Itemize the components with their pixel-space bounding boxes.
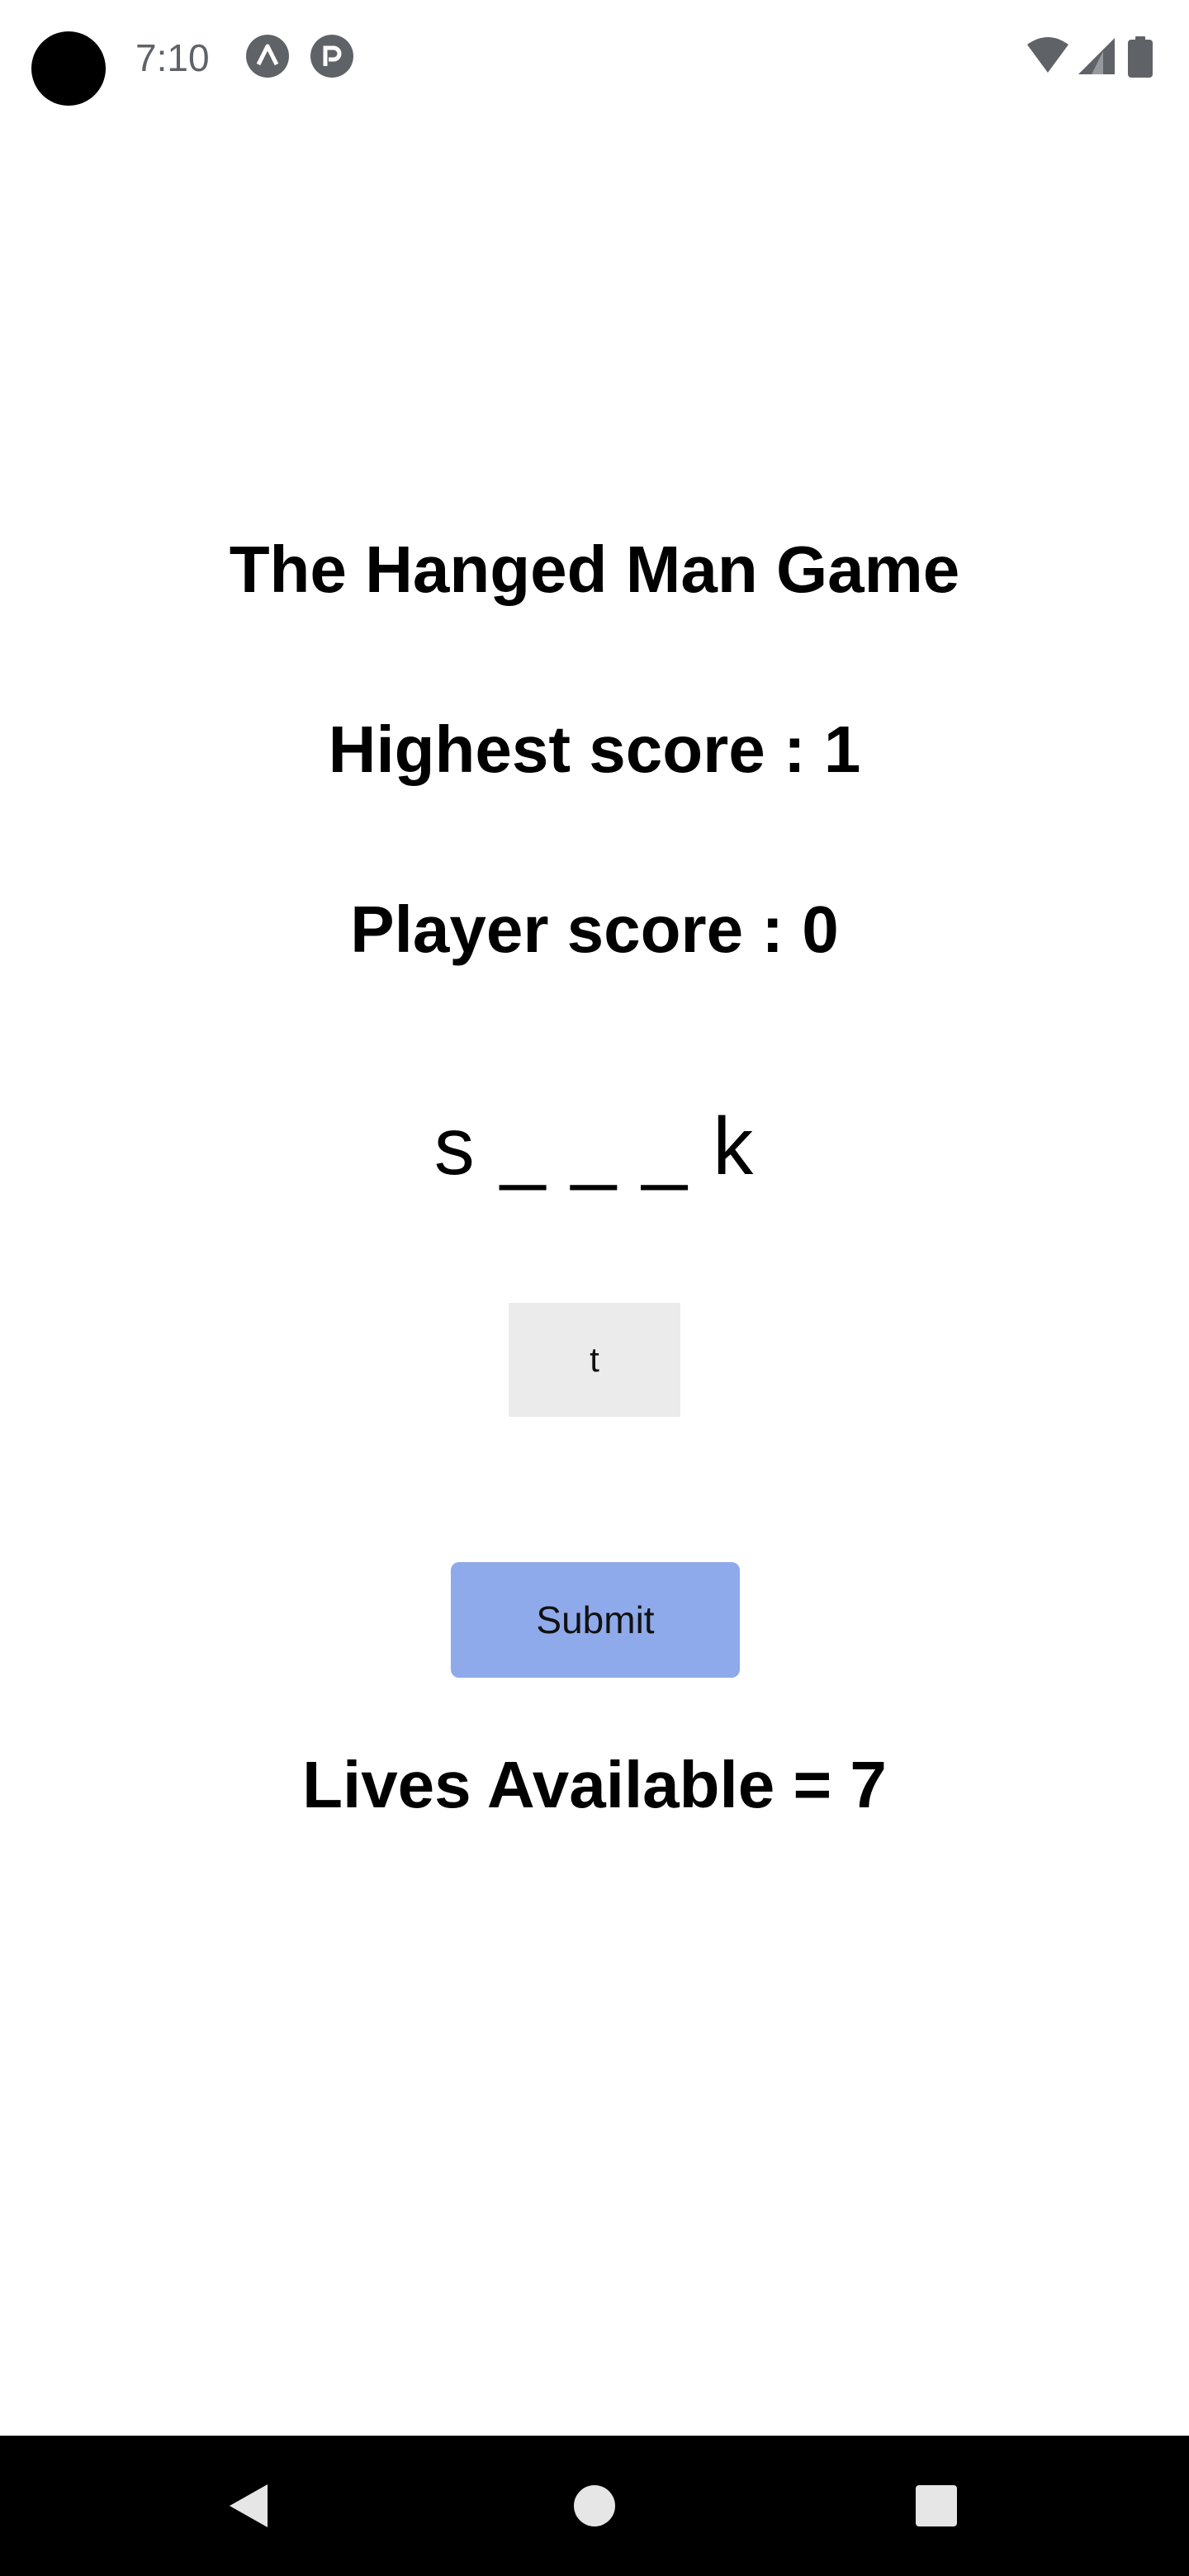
hidden-word-display: s _ _ _ k bbox=[433, 1101, 756, 1191]
app-notification-icon bbox=[310, 35, 353, 78]
lives-available-label: Lives Available = 7 bbox=[302, 1748, 887, 1821]
cellular-signal-icon bbox=[1078, 38, 1115, 74]
status-bar: 7:10 bbox=[0, 0, 1189, 116]
battery-icon bbox=[1128, 36, 1153, 78]
home-icon bbox=[574, 2485, 615, 2526]
status-time: 7:10 bbox=[135, 36, 210, 79]
camera-cutout bbox=[31, 31, 106, 106]
back-button[interactable] bbox=[179, 2436, 320, 2576]
player-score-label: Player score : 0 bbox=[350, 893, 839, 966]
recents-icon bbox=[916, 2485, 957, 2526]
guess-letter-input[interactable] bbox=[509, 1303, 680, 1417]
submit-button[interactable]: Submit bbox=[451, 1562, 740, 1678]
app-notification-icon bbox=[246, 35, 289, 78]
system-tray bbox=[1026, 36, 1166, 79]
highest-score-label: Highest score : 1 bbox=[328, 713, 861, 786]
home-button[interactable] bbox=[524, 2436, 665, 2576]
recents-button[interactable] bbox=[866, 2436, 1007, 2576]
back-icon bbox=[230, 2484, 268, 2527]
page-title: The Hanged Man Game bbox=[229, 533, 960, 606]
wifi-icon bbox=[1027, 37, 1068, 73]
screen: 7:10 The Hanged Man Game Highest score:… bbox=[0, 0, 1189, 2576]
navigation-bar bbox=[0, 2436, 1189, 2576]
